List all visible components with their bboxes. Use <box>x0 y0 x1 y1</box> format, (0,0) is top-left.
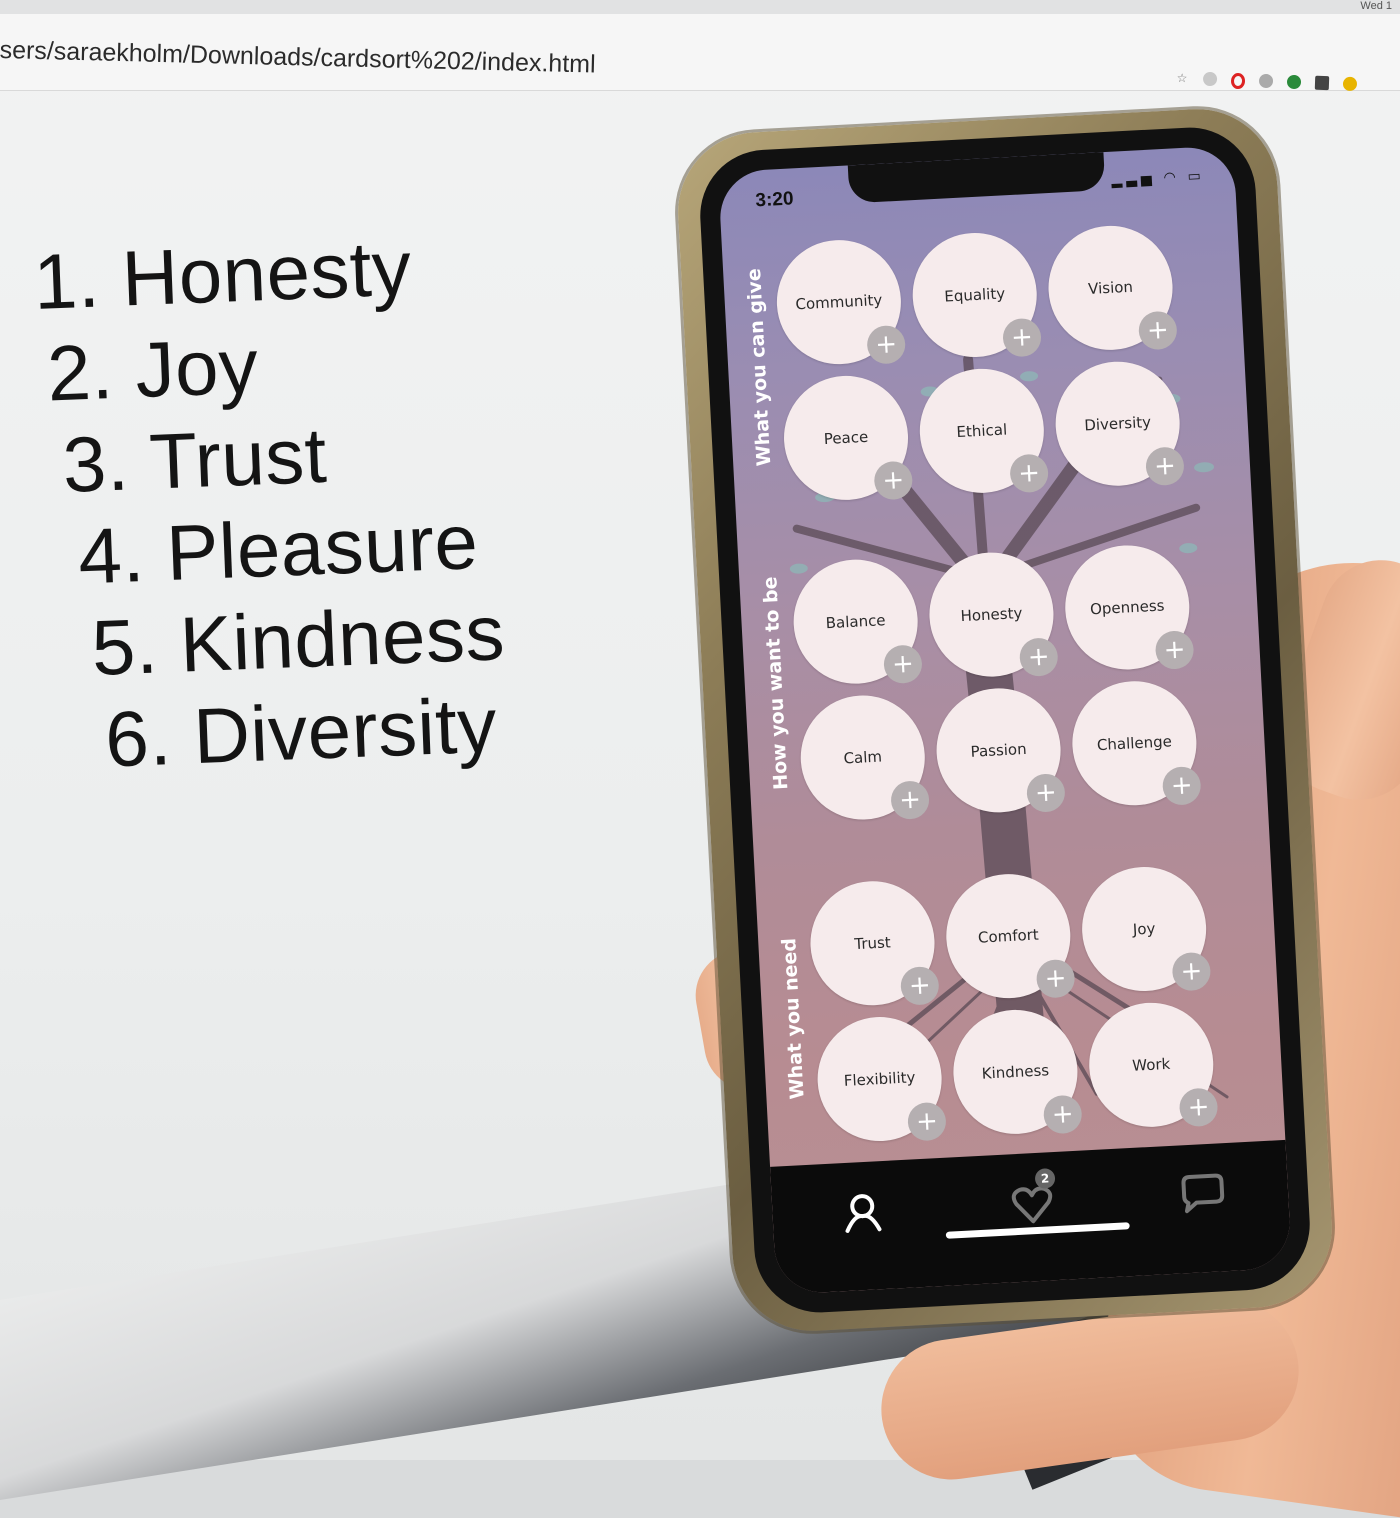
value-card[interactable]: Peace + <box>780 372 914 504</box>
value-card[interactable]: Work + <box>1086 999 1219 1130</box>
value-card[interactable]: Calm + <box>797 692 931 823</box>
list-item: 6. Diversity <box>103 680 499 784</box>
value-card[interactable]: Equality + <box>909 229 1042 361</box>
card-label: Ethical <box>956 420 1008 442</box>
section-label-need: What you need <box>778 937 809 1100</box>
add-button[interactable]: + <box>899 965 940 1006</box>
card-label: Joy <box>1132 919 1156 939</box>
battery-icon: ▭ <box>1187 166 1206 184</box>
card-label: Equality <box>943 284 1006 306</box>
list-item: 1. Honesty <box>32 223 414 326</box>
add-button[interactable]: + <box>1178 1087 1219 1128</box>
extension-icon[interactable] <box>1202 71 1218 87</box>
extension-icon[interactable] <box>1342 76 1358 92</box>
card-label: Honesty <box>960 603 1023 626</box>
value-card[interactable]: Diversity + <box>1052 358 1185 489</box>
add-button[interactable]: + <box>1035 958 1076 999</box>
card-label: Work <box>1131 1054 1171 1075</box>
value-card[interactable]: Flexibility + <box>814 1013 947 1145</box>
tab-chat[interactable] <box>1171 1163 1234 1226</box>
value-card[interactable]: Vision + <box>1045 222 1178 354</box>
section-label-give: What you can give <box>743 267 776 467</box>
section-label-be: How you want to be <box>759 575 793 791</box>
add-button[interactable]: + <box>1042 1094 1083 1135</box>
card-label: Vision <box>1087 277 1134 299</box>
card-label: Calm <box>843 747 883 768</box>
value-card[interactable]: Joy + <box>1078 863 1212 995</box>
phone: 3:20 ▂▃▅ ◠ ▭ What you can give How you w… <box>674 105 1336 1335</box>
value-card[interactable]: Ethical + <box>916 365 1050 496</box>
card-label: Comfort <box>977 925 1040 947</box>
wifi-icon: ◠ <box>1163 168 1181 185</box>
add-button[interactable]: + <box>1171 951 1212 992</box>
value-card[interactable]: Openness + <box>1062 542 1195 673</box>
list-item: 3. Trust <box>61 410 329 509</box>
value-card[interactable]: Challenge + <box>1069 678 1202 809</box>
signal-icon: ▂▃▅ <box>1110 169 1156 188</box>
card-label: Diversity <box>1083 412 1152 435</box>
extension-icon[interactable] <box>1314 75 1330 91</box>
add-button[interactable]: + <box>1161 765 1202 806</box>
list-item: 2. Joy <box>45 321 260 418</box>
value-card[interactable]: Community + <box>773 236 907 368</box>
address-bar[interactable]: sers/saraekholm/Downloads/cardsort%202/i… <box>0 36 596 80</box>
value-card[interactable]: Passion + <box>933 685 1066 816</box>
opera-icon[interactable] <box>1230 72 1246 90</box>
card-label: Flexibility <box>843 1068 916 1090</box>
card-label: Peace <box>823 427 869 449</box>
menubar-clock: Wed 1 <box>1360 0 1392 12</box>
extension-icon[interactable] <box>1286 74 1302 90</box>
value-card[interactable]: Comfort + <box>943 870 1076 1002</box>
add-button[interactable]: + <box>1025 772 1066 813</box>
value-card[interactable]: Kindness + <box>950 1006 1083 1138</box>
add-button[interactable]: + <box>1137 310 1178 351</box>
list-item: 4. Pleasure <box>76 497 480 601</box>
add-button[interactable]: + <box>1002 317 1042 358</box>
add-button[interactable]: + <box>1144 446 1185 487</box>
status-icons: ▂▃▅ ◠ ▭ <box>1111 167 1205 189</box>
list-item: 5. Kindness <box>90 588 507 692</box>
value-card[interactable]: Balance + <box>790 556 923 687</box>
profile-icon <box>845 1194 882 1233</box>
add-button[interactable]: + <box>1154 630 1195 670</box>
add-button[interactable]: + <box>1018 637 1059 678</box>
add-button[interactable]: + <box>873 460 914 501</box>
add-button[interactable]: + <box>890 780 931 821</box>
add-button[interactable]: + <box>882 644 923 685</box>
card-label: Challenge <box>1096 732 1173 755</box>
phone-screen: 3:20 ▂▃▅ ◠ ▭ What you can give How you w… <box>717 145 1293 1295</box>
card-label: Trust <box>853 933 892 954</box>
add-button[interactable]: + <box>906 1101 947 1142</box>
tab-bar: 2 <box>770 1139 1293 1295</box>
bookmark-star-icon[interactable]: ☆ <box>1175 71 1189 85</box>
card-label: Community <box>795 290 883 314</box>
card-label: Passion <box>970 739 1028 761</box>
value-card[interactable]: Trust + <box>807 878 940 1009</box>
status-time: 3:20 <box>754 188 795 212</box>
add-button[interactable]: + <box>1009 453 1050 494</box>
value-card[interactable]: Honesty + <box>926 549 1059 680</box>
ranked-values-list: 1. Honesty 2. Joy 3. Trust 4. Pleasure 5… <box>32 218 510 787</box>
menu-bar: Wed 1 <box>0 0 1400 15</box>
card-label: Balance <box>825 611 886 633</box>
card-label: Openness <box>1089 596 1165 619</box>
chat-icon <box>1181 1173 1225 1214</box>
add-button[interactable]: + <box>866 324 907 365</box>
card-label: Kindness <box>981 1061 1050 1083</box>
extension-icon[interactable] <box>1258 73 1274 89</box>
tab-profile[interactable] <box>831 1181 894 1244</box>
